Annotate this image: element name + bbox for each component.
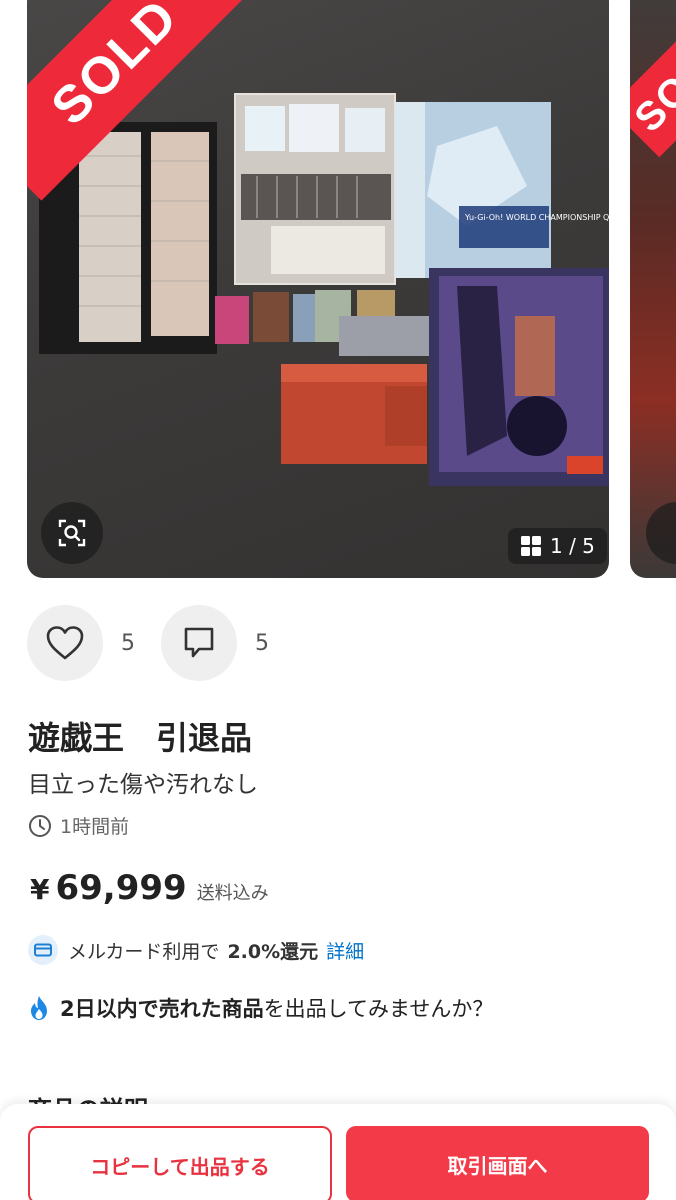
like-count: 5 xyxy=(121,630,135,656)
item-detail-page: Yu-Gi-Oh! WORLD CHAMPIONSHIP QUALIFIER R… xyxy=(0,0,676,1200)
grid-icon xyxy=(521,536,541,556)
sell-promo[interactable]: 2日以内で売れた商品 を出品してみませんか？ xyxy=(28,993,493,1023)
image-counter-text: 1 / 5 xyxy=(550,534,595,558)
copy-listing-button[interactable]: コピーして出品する xyxy=(28,1126,332,1200)
image-carousel[interactable]: Yu-Gi-Oh! WORLD CHAMPIONSHIP QUALIFIER R… xyxy=(0,0,676,580)
mercard-rate: 2.0%還元 xyxy=(227,940,319,963)
next-item-photo[interactable]: SOLD xyxy=(630,0,676,578)
posted-time-text: 1時間前 xyxy=(60,816,130,838)
item-condition: 目立った傷や汚れなし xyxy=(28,772,258,798)
item-photo[interactable]: Yu-Gi-Oh! WORLD CHAMPIONSHIP QUALIFIER R… xyxy=(27,0,609,578)
posted-time: 1時間前 xyxy=(28,812,129,839)
comment-button[interactable] xyxy=(161,605,237,681)
clock-icon xyxy=(29,814,51,837)
card-icon xyxy=(28,935,58,965)
sold-ribbon-next: SOLD xyxy=(630,8,676,158)
image-counter[interactable]: 1 / 5 xyxy=(508,528,607,564)
like-button[interactable] xyxy=(27,605,103,681)
mercard-details-link[interactable]: 詳細 xyxy=(326,937,364,964)
action-row: 5 5 xyxy=(27,605,295,681)
comment-count: 5 xyxy=(255,630,269,656)
mercard-prefix: メルカード利用で xyxy=(68,940,220,963)
price-row: ¥ 69,999 送料込み xyxy=(30,868,269,908)
bottom-action-bar: コピーして出品する 取引画面へ xyxy=(0,1104,676,1200)
shipping-note: 送料込み xyxy=(196,883,269,904)
currency-symbol: ¥ xyxy=(30,873,50,906)
flame-icon xyxy=(31,996,47,1020)
mat-print-text: Yu-Gi-Oh! WORLD CHAMPIONSHIP QUALIFIER R… xyxy=(464,213,609,222)
image-search-button[interactable] xyxy=(41,502,103,564)
sell-promo-highlight: 2日以内で売れた商品 xyxy=(60,997,264,1021)
price: 69,999 xyxy=(55,868,187,908)
sell-promo-text: を出品してみませんか？ xyxy=(263,997,494,1021)
comment-icon xyxy=(184,627,214,658)
image-search-icon xyxy=(58,519,86,547)
heart-icon xyxy=(46,626,84,660)
item-title: 遊戯王 引退品 xyxy=(28,719,253,757)
go-to-transaction-button[interactable]: 取引画面へ xyxy=(346,1126,649,1200)
mercard-promo: メルカード利用で 2.0%還元 詳細 xyxy=(28,935,364,965)
